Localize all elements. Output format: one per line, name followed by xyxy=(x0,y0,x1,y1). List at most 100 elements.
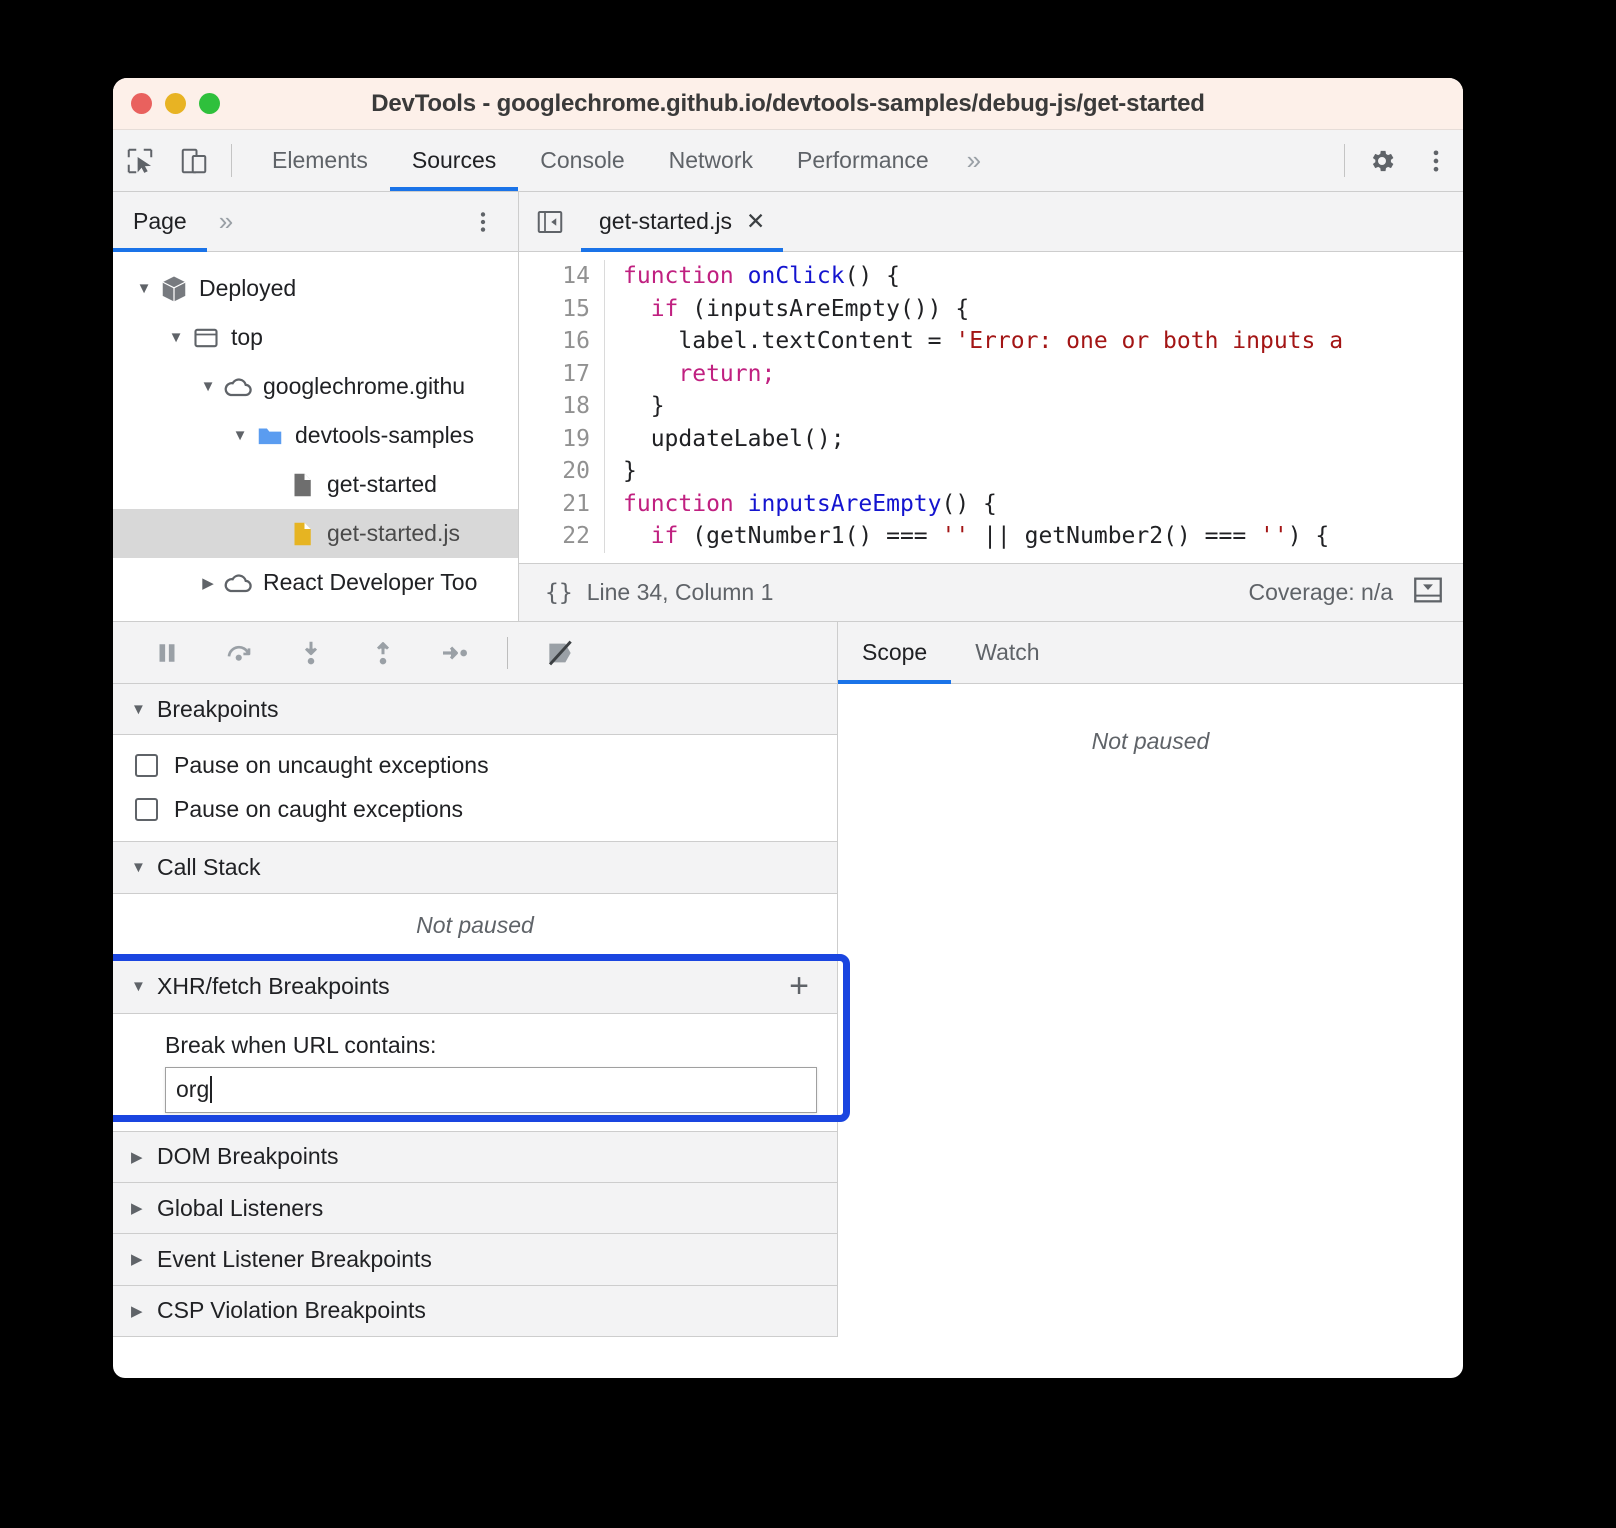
cloud-icon xyxy=(221,567,255,599)
maximize-window-button[interactable] xyxy=(199,93,220,114)
close-icon[interactable]: ✕ xyxy=(746,208,765,235)
panel-tab-strip: Elements Sources Console Network Perform… xyxy=(250,130,997,191)
section-header-csp-violation-breakpoints[interactable]: ▶ CSP Violation Breakpoints xyxy=(113,1286,837,1337)
expand-arrow-icon[interactable]: ▼ xyxy=(131,701,157,718)
tree-item-deployed[interactable]: ▼ Deployed xyxy=(113,264,518,313)
step-button[interactable] xyxy=(421,622,489,684)
expand-arrow-icon[interactable]: ▼ xyxy=(131,978,157,995)
tab-scope[interactable]: Scope xyxy=(838,622,951,683)
code-line: 14function onClick() { xyxy=(519,260,1463,293)
step-into-next-function-call-button[interactable] xyxy=(277,622,345,684)
code-line: 22 if (getNumber1() === '' || getNumber2… xyxy=(519,520,1463,553)
tab-watch[interactable]: Watch xyxy=(951,622,1063,683)
pause-on-caught-exceptions-checkbox-row[interactable]: Pause on caught exceptions xyxy=(113,787,837,831)
kebab-menu-icon[interactable] xyxy=(1409,130,1463,191)
xhr-url-input[interactable]: org xyxy=(165,1067,817,1113)
devtools-window: DevTools - googlechrome.github.io/devtoo… xyxy=(113,78,1463,1378)
tree-item-react-developer-tools[interactable]: ▶ React Developer Too xyxy=(113,558,518,607)
section-header-event-listener-breakpoints[interactable]: ▶ Event Listener Breakpoints xyxy=(113,1234,837,1285)
tab-console[interactable]: Console xyxy=(518,130,646,191)
tree-item-get-started[interactable]: get-started xyxy=(113,460,518,509)
toolbar-divider-right xyxy=(1344,144,1345,177)
collapse-arrow-icon[interactable]: ▶ xyxy=(131,1148,157,1166)
add-xhr-breakpoint-button[interactable]: + xyxy=(789,969,837,1003)
checkbox[interactable] xyxy=(135,798,158,821)
tab-page[interactable]: Page xyxy=(113,192,207,251)
checkbox-label: Pause on uncaught exceptions xyxy=(174,752,489,779)
line-number: 19 xyxy=(519,423,605,456)
line-number: 18 xyxy=(519,390,605,423)
code-viewer[interactable]: 14function onClick() { 15 if (inputsAreE… xyxy=(519,252,1463,563)
expand-arrow-icon[interactable]: ▼ xyxy=(227,427,253,444)
navigator-pane: Page » ▼ xyxy=(113,192,519,621)
tab-elements[interactable]: Elements xyxy=(250,130,390,191)
gear-icon[interactable] xyxy=(1355,130,1409,191)
tab-network[interactable]: Network xyxy=(647,130,775,191)
debugger-sidebar: ▼ Breakpoints Pause on uncaught exceptio… xyxy=(113,622,838,1337)
expand-arrow-icon[interactable]: ▼ xyxy=(131,859,157,876)
checkbox[interactable] xyxy=(135,754,158,777)
code-line: 18 } xyxy=(519,390,1463,423)
show-navigator-icon[interactable] xyxy=(519,192,581,251)
line-number: 22 xyxy=(519,520,605,553)
pause-on-uncaught-exceptions-checkbox-row[interactable]: Pause on uncaught exceptions xyxy=(113,743,837,787)
editor-tab-strip: get-started.js ✕ xyxy=(519,192,1463,252)
navigator-tab-strip: Page » xyxy=(113,192,518,252)
section-title: CSP Violation Breakpoints xyxy=(157,1297,426,1324)
tab-performance[interactable]: Performance xyxy=(775,130,951,191)
tree-item-label: top xyxy=(231,324,263,351)
tree-item-get-started-js[interactable]: get-started.js xyxy=(113,509,518,558)
navigator-kebab-menu-icon[interactable] xyxy=(448,192,518,251)
tree-item-devtools-samples[interactable]: ▼ devtools-samples xyxy=(113,411,518,460)
section-header-call-stack[interactable]: ▼ Call Stack xyxy=(113,842,837,893)
debugger-controls-toolbar xyxy=(113,622,837,684)
editor-tab-get-started-js[interactable]: get-started.js ✕ xyxy=(581,192,783,251)
expand-arrow-icon[interactable]: ▼ xyxy=(195,378,221,395)
section-header-xhr-fetch-breakpoints[interactable]: ▼ XHR/fetch Breakpoints + xyxy=(113,960,837,1014)
resume-script-execution-button[interactable] xyxy=(133,622,201,684)
tab-sources[interactable]: Sources xyxy=(390,130,518,191)
code-line: 20} xyxy=(519,455,1463,488)
cube-icon xyxy=(157,274,191,304)
more-panels-chevron-icon[interactable]: » xyxy=(951,130,997,191)
file-tree: ▼ Deployed ▼ xyxy=(113,252,518,621)
step-out-of-current-function-button[interactable] xyxy=(349,622,417,684)
text-caret xyxy=(210,1076,212,1103)
section-title: Event Listener Breakpoints xyxy=(157,1246,432,1273)
expand-arrow-icon[interactable]: ▼ xyxy=(131,280,157,297)
collapse-arrow-icon[interactable]: ▶ xyxy=(131,1199,157,1217)
tree-item-label: get-started.js xyxy=(327,520,460,547)
deactivate-breakpoints-icon[interactable] xyxy=(526,622,594,684)
section-header-breakpoints[interactable]: ▼ Breakpoints xyxy=(113,684,837,735)
tree-item-googlechrome-github-io[interactable]: ▼ googlechrome.githu xyxy=(113,362,518,411)
pretty-print-icon[interactable]: {} xyxy=(519,580,587,606)
expand-arrow-icon[interactable]: ▼ xyxy=(163,329,189,346)
section-header-global-listeners[interactable]: ▶ Global Listeners xyxy=(113,1183,837,1234)
collapse-arrow-icon[interactable]: ▶ xyxy=(195,574,221,592)
tree-item-label: devtools-samples xyxy=(295,422,474,449)
editor-status-bar: {} Line 34, Column 1 Coverage: n/a xyxy=(519,563,1463,621)
device-toolbar-icon[interactable] xyxy=(167,130,221,191)
inspect-cursor-icon[interactable] xyxy=(113,130,167,191)
tree-item-top[interactable]: ▼ top xyxy=(113,313,518,362)
scope-empty-message: Not paused xyxy=(838,684,1463,1337)
xhr-fetch-breakpoints-section: ▼ XHR/fetch Breakpoints + Break when URL… xyxy=(113,960,837,1132)
minimize-window-button[interactable] xyxy=(165,93,186,114)
toolbar-right-group xyxy=(1334,130,1463,191)
document-gray-icon xyxy=(285,470,319,500)
tree-item-label: get-started xyxy=(327,471,437,498)
window-titlebar: DevTools - googlechrome.github.io/devtoo… xyxy=(113,78,1463,130)
cursor-position: Line 34, Column 1 xyxy=(587,579,774,606)
close-window-button[interactable] xyxy=(131,93,152,114)
editor-pane: get-started.js ✕ 14function onClick() { … xyxy=(519,192,1463,621)
collapse-arrow-icon[interactable]: ▶ xyxy=(131,1250,157,1268)
more-navigator-tabs-chevron-icon[interactable]: » xyxy=(207,192,245,251)
section-header-dom-breakpoints[interactable]: ▶ DOM Breakpoints xyxy=(113,1132,837,1183)
collapse-arrow-icon[interactable]: ▶ xyxy=(131,1302,157,1320)
code-line: 21function inputsAreEmpty() { xyxy=(519,488,1463,521)
show-drawer-icon[interactable] xyxy=(1411,573,1445,613)
traffic-lights xyxy=(131,93,220,114)
breakpoints-options: Pause on uncaught exceptions Pause on ca… xyxy=(113,735,837,842)
folder-icon xyxy=(253,421,287,451)
step-over-next-function-call-button[interactable] xyxy=(205,622,273,684)
